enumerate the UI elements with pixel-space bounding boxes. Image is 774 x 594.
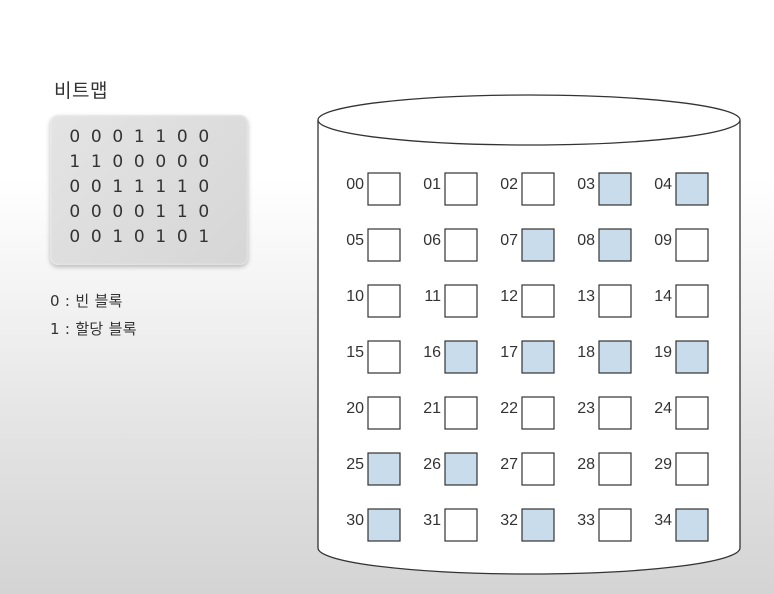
block-number-label: 04: [654, 176, 672, 193]
block-number-label: 17: [500, 344, 518, 361]
empty-block-square: [367, 396, 401, 430]
allocated-block-square: [367, 452, 401, 486]
empty-block-square: [521, 396, 555, 430]
allocated-block-square: [444, 452, 478, 486]
block-number-label: 13: [577, 288, 595, 305]
block-number-label: 20: [346, 400, 364, 417]
block-number-label: 03: [577, 176, 595, 193]
block-number-label: 31: [423, 512, 441, 529]
block-number-label: 05: [346, 232, 364, 249]
empty-block-square: [675, 452, 709, 486]
block-number-label: 10: [346, 288, 364, 305]
block-number-label: 09: [654, 232, 672, 249]
block-number-label: 14: [654, 288, 672, 305]
block-number-label: 15: [346, 344, 364, 361]
allocated-block-square: [675, 172, 709, 206]
block-number-label: 27: [500, 456, 518, 473]
allocated-block-square: [598, 172, 632, 206]
empty-block-square: [675, 228, 709, 262]
block-number-label: 33: [577, 512, 595, 529]
empty-block-square: [521, 172, 555, 206]
block-number-label: 22: [500, 400, 518, 417]
empty-block-square: [444, 172, 478, 206]
empty-block-square: [444, 228, 478, 262]
allocated-block-square: [444, 340, 478, 374]
empty-block-square: [367, 172, 401, 206]
allocated-block-square: [521, 340, 555, 374]
allocated-block-square: [521, 228, 555, 262]
empty-block-square: [367, 284, 401, 318]
empty-block-square: [444, 396, 478, 430]
block-number-label: 30: [346, 512, 364, 529]
disk-cylinder-top: [317, 94, 741, 146]
block-number-label: 28: [577, 456, 595, 473]
block-number-label: 34: [654, 512, 672, 529]
block-number-label: 11: [424, 288, 441, 305]
block-number-label: 24: [654, 400, 672, 417]
block-number-label: 18: [577, 344, 595, 361]
block-number-label: 01: [423, 176, 441, 193]
block-number-label: 02: [500, 176, 518, 193]
empty-block-square: [521, 284, 555, 318]
empty-block-square: [598, 284, 632, 318]
block-number-label: 12: [500, 288, 518, 305]
block-number-label: 16: [423, 344, 441, 361]
block-number-label: 08: [577, 232, 595, 249]
empty-block-square: [675, 284, 709, 318]
empty-block-square: [598, 396, 632, 430]
block-number-label: 29: [654, 456, 672, 473]
allocated-block-square: [521, 508, 555, 542]
empty-block-square: [521, 452, 555, 486]
allocated-block-square: [598, 228, 632, 262]
block-number-label: 19: [654, 344, 672, 361]
block-number-label: 32: [500, 512, 518, 529]
empty-block-square: [598, 508, 632, 542]
allocated-block-square: [598, 340, 632, 374]
empty-block-square: [598, 452, 632, 486]
empty-block-square: [367, 228, 401, 262]
empty-block-square: [367, 340, 401, 374]
allocated-block-square: [367, 508, 401, 542]
allocated-block-square: [675, 508, 709, 542]
block-number-label: 25: [346, 456, 364, 473]
empty-block-square: [675, 396, 709, 430]
empty-block-square: [444, 508, 478, 542]
block-number-label: 07: [500, 232, 518, 249]
allocated-block-square: [675, 340, 709, 374]
disk-diagram: 00 01 02 03 04 05 06 07 08 09 10 11 12 13 14 15 16 17 18 19…: [317, 94, 741, 575]
block-number-label: 06: [423, 232, 441, 249]
block-number-label: 26: [423, 456, 441, 473]
empty-block-square: [444, 284, 478, 318]
block-number-label: 21: [423, 400, 441, 417]
block-number-label: 00: [346, 176, 364, 193]
block-number-label: 23: [577, 400, 595, 417]
